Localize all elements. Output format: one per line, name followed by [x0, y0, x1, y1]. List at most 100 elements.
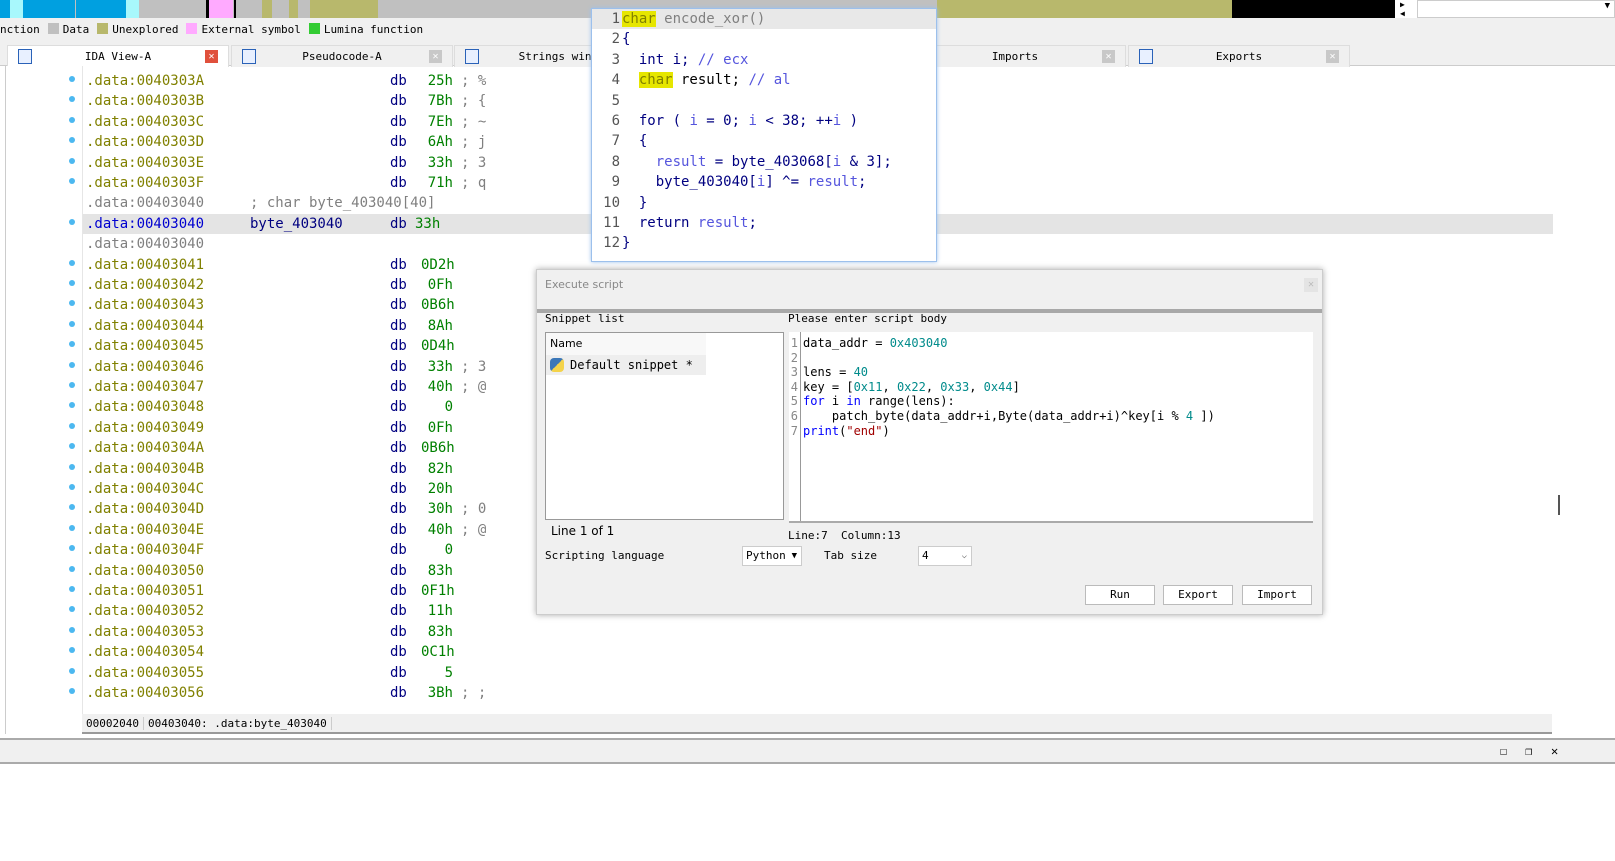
snippet-list-label: Snippet list — [545, 312, 625, 325]
breakpoint-dot — [69, 382, 75, 388]
close-icon[interactable]: ✕ — [1551, 744, 1558, 758]
listing-row[interactable]: .data:00403054 db 0C1h — [69, 642, 1553, 662]
comment: ; char byte_403040[40] — [250, 195, 436, 212]
script-editor[interactable]: 1 data_addr = 0x403040 2 3 lens = 40 4 key = [… — [789, 332, 1313, 523]
directive: db — [390, 154, 407, 171]
value: 83h — [427, 562, 453, 579]
pseudocode-line: 2{ — [592, 29, 936, 49]
python-icon — [550, 358, 564, 372]
code-text: return result; — [638, 215, 757, 231]
char-comment: ; @ — [461, 521, 487, 538]
value: 5 — [444, 664, 453, 681]
directive: db — [390, 501, 407, 518]
address: .data:0040303C — [86, 113, 205, 130]
directive: db — [390, 664, 407, 681]
value: 6Ah — [427, 134, 453, 151]
nav-arrows-icon[interactable]: ▶ ◀ — [1400, 0, 1405, 18]
char-comment: ; ; — [461, 685, 487, 701]
tab-size-select[interactable]: 4 ⌵ — [918, 546, 972, 566]
value: 11h — [427, 603, 453, 620]
directive: db — [390, 256, 407, 273]
label-name[interactable]: byte_403040 — [250, 214, 343, 234]
address: .data:00403047 — [86, 379, 205, 395]
value: 0C1h — [421, 644, 455, 661]
directive: db — [390, 338, 407, 355]
legend-label: Data — [62, 23, 90, 36]
directive: db — [390, 93, 407, 110]
file-offset: 00002040 — [82, 717, 144, 730]
directive: db — [390, 521, 407, 538]
tab-pseudocode-a[interactable]: Pseudocode-A ✕ — [231, 45, 453, 67]
listing-row[interactable]: .data:00403053 db 83h — [69, 622, 1553, 642]
code-text: } — [638, 194, 648, 211]
code-text: patch_byte(data_addr+i,Byte(data_addr+i)… — [803, 409, 1215, 423]
address: .data:00403056 — [86, 685, 205, 701]
pseudocode-line: 4 char result; // al — [592, 70, 936, 90]
pseudocode-line: 9 byte_403040[i] ^= result; — [592, 172, 936, 192]
value: 0Fh — [427, 277, 453, 293]
current-location: 00403040: .data:byte_403040 — [143, 717, 332, 730]
address: .data:00403045 — [86, 338, 205, 355]
listing-row[interactable]: .data:00403056 db 3Bh ; ; — [69, 683, 1553, 703]
value: 20h — [427, 481, 453, 497]
import-button[interactable]: Import — [1242, 585, 1312, 605]
tab-label: Pseudocode-A — [302, 50, 382, 63]
pseudocode-line: 1 char encode_xor() — [592, 9, 936, 29]
tab-exports[interactable]: Exports ✕ — [1128, 45, 1350, 67]
line-number: 1 — [790, 336, 798, 350]
line-number: 9 — [611, 174, 620, 191]
pseudocode-line: 6 for ( i = 0; i < 38; ++i ) — [592, 111, 936, 131]
char-comment: ; % — [461, 73, 487, 89]
line-number: 5 — [611, 92, 620, 109]
segment-dropdown[interactable]: ▼ — [1417, 0, 1615, 18]
address: .data:00403042 — [86, 277, 205, 293]
directive: db — [390, 644, 407, 661]
value: 71h — [427, 175, 453, 191]
tab-ida-view-a[interactable]: IDA View-A ✕ — [7, 45, 229, 67]
address: .data:00403055 — [86, 664, 205, 681]
address: .data:00403053 — [86, 623, 205, 640]
tab-label: Imports — [991, 50, 1039, 63]
snippet-item[interactable]: Default snippet * — [546, 355, 706, 375]
scripting-language-label: Scripting language — [545, 549, 665, 562]
value: 83h — [427, 623, 453, 640]
export-button[interactable]: Export — [1163, 585, 1233, 605]
tab-imports[interactable]: Imports ✕ — [904, 45, 1126, 67]
code-text: } — [622, 235, 631, 252]
language-select[interactable]: Python ▼ — [742, 546, 802, 566]
tab-size-label: Tab size — [824, 549, 877, 562]
line-number: 3 — [611, 51, 620, 68]
restore-icon[interactable]: ❐ — [1525, 744, 1532, 758]
value: 8Ah — [427, 317, 453, 334]
tab-close-icon[interactable]: ✕ — [1102, 50, 1115, 63]
address: .data:00403049 — [86, 419, 205, 436]
run-button[interactable]: Run — [1085, 585, 1155, 605]
script-body-label: Please enter script body — [788, 312, 947, 325]
maximize-icon[interactable]: ☐ — [1500, 744, 1507, 758]
value: 0 — [444, 399, 453, 416]
value: 40h — [427, 379, 453, 395]
tab-close-icon[interactable]: ✕ — [429, 50, 442, 63]
snippet-list[interactable]: Name Default snippet * — [545, 332, 784, 520]
name-column-header[interactable]: Name — [546, 333, 706, 355]
legend-swatch — [186, 23, 198, 34]
legend-label: External symbol — [201, 23, 301, 36]
char-comment: ; { — [461, 93, 487, 110]
directive: db — [390, 379, 407, 395]
legend-swatch — [308, 23, 320, 34]
breakpoint-dot — [69, 524, 75, 531]
listing-row[interactable]: .data:00403055 db 5 — [69, 663, 1553, 683]
close-icon[interactable]: ✕ — [1304, 278, 1318, 292]
breakpoint-dot — [69, 116, 75, 123]
address: .data:00403044 — [86, 317, 205, 334]
breakpoint-dot — [69, 320, 75, 327]
code-text: for i in range(lens): — [803, 394, 955, 409]
legend-label: Unexplored — [112, 23, 179, 36]
tab-close-icon[interactable]: ✕ — [1326, 50, 1339, 63]
tab-close-icon[interactable]: ✕ — [205, 50, 218, 63]
scrollbar-thumb[interactable] — [1558, 495, 1560, 515]
legend-swatch — [47, 23, 59, 34]
char-comment: ; 0 — [461, 501, 487, 518]
address: .data:00403040 — [86, 215, 205, 232]
address: .data:0040304A — [86, 440, 205, 457]
